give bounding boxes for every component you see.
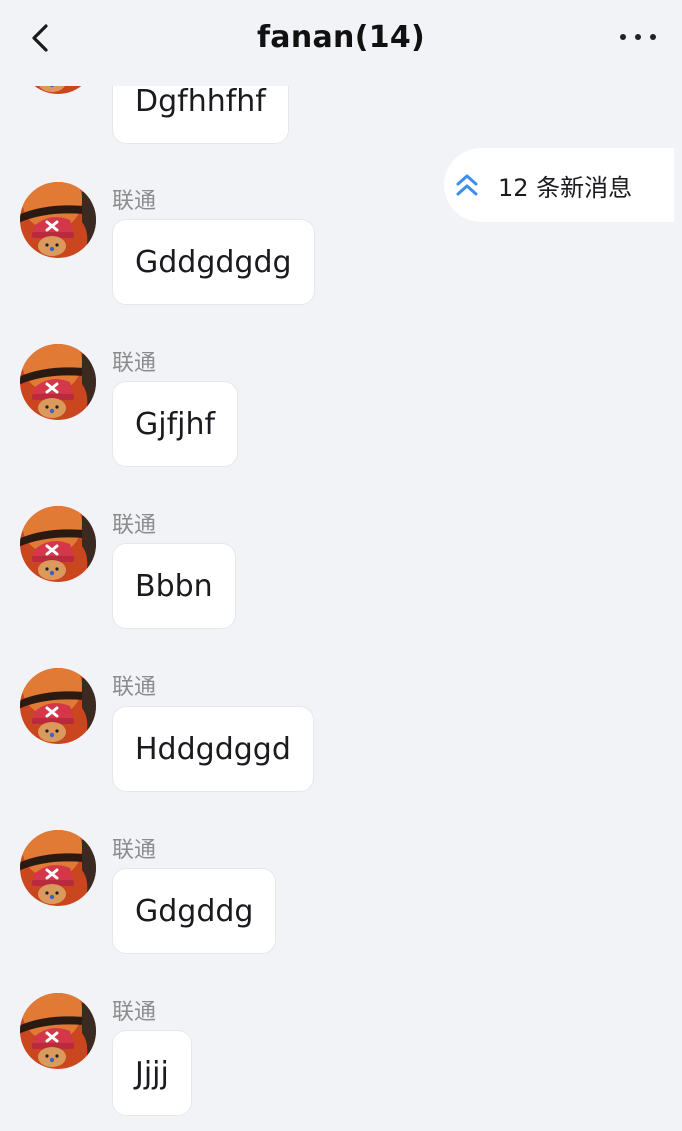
- sender-name: 联通: [112, 838, 157, 863]
- message-text: Dgfhhfhf: [135, 83, 266, 119]
- more-dots-icon: [650, 34, 656, 40]
- sender-name: 联通: [112, 513, 157, 538]
- message-text: Hddgdggd: [135, 731, 291, 767]
- sender-name: 联通: [112, 351, 157, 376]
- sender-name: 联通: [112, 675, 157, 700]
- message-bubble[interactable]: Jjjj: [112, 1030, 192, 1116]
- avatar[interactable]: [20, 668, 96, 744]
- message-text: Jjjj: [135, 1055, 169, 1091]
- more-dots-icon: [635, 34, 641, 40]
- avatar[interactable]: [20, 182, 96, 258]
- message-bubble[interactable]: Gddgdgdg: [112, 219, 315, 305]
- chat-header: fanan(14): [0, 0, 682, 86]
- message-bubble[interactable]: Gdgddg: [112, 868, 277, 954]
- message-text: Gjfjhf: [135, 406, 216, 442]
- message-text: Gddgdgdg: [135, 244, 292, 280]
- more-button[interactable]: [618, 24, 658, 48]
- message-text: Bbbn: [135, 568, 213, 604]
- avatar[interactable]: [20, 506, 96, 582]
- avatar[interactable]: [20, 344, 96, 420]
- message-bubble[interactable]: Bbbn: [112, 543, 236, 629]
- page-title: fanan(14): [256, 20, 426, 55]
- new-messages-label: 12 条新消息: [498, 173, 633, 202]
- more-dots-icon: [620, 34, 626, 40]
- message-text: Gdgddg: [135, 893, 254, 929]
- double-chevron-up-icon: [456, 174, 478, 196]
- message-bubble[interactable]: Gjfjhf: [112, 381, 239, 467]
- sender-name: 联通: [112, 189, 157, 214]
- new-messages-button[interactable]: 12 条新消息: [444, 148, 674, 222]
- sender-name: 联通: [112, 1000, 157, 1025]
- avatar[interactable]: [20, 993, 96, 1069]
- avatar[interactable]: [20, 830, 96, 906]
- message-bubble[interactable]: Hddgdggd: [112, 706, 314, 792]
